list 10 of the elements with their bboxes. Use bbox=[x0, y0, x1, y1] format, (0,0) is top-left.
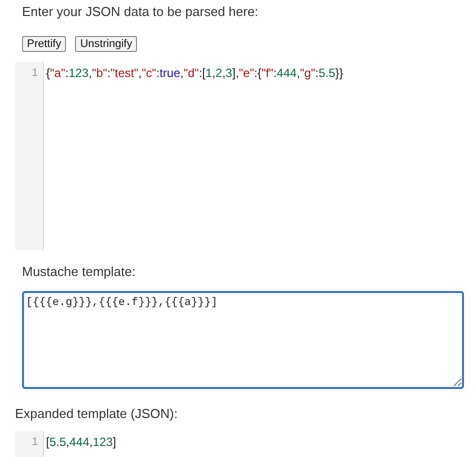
prettify-button[interactable]: Prettify bbox=[22, 36, 66, 52]
code-line: [5.5,444,123] bbox=[46, 435, 116, 450]
input-label: Enter your JSON data to be parsed here: bbox=[22, 4, 260, 21]
template-field[interactable]: [{{{e.g}}},{{{e.f}}},{{{a}}}] bbox=[22, 291, 464, 389]
line-number: 1 bbox=[30, 66, 39, 81]
unstringify-button[interactable]: Unstringify bbox=[75, 36, 138, 52]
code-line[interactable]: {"a":123,"b":"test","c":true,"d":[1,2,3],"e":{"f":444,"g":5.5}} bbox=[46, 66, 344, 81]
output-label: Expanded template (JSON): bbox=[15, 406, 179, 423]
line-number: 1 bbox=[30, 435, 39, 450]
template-label: Mustache template: bbox=[22, 264, 136, 281]
